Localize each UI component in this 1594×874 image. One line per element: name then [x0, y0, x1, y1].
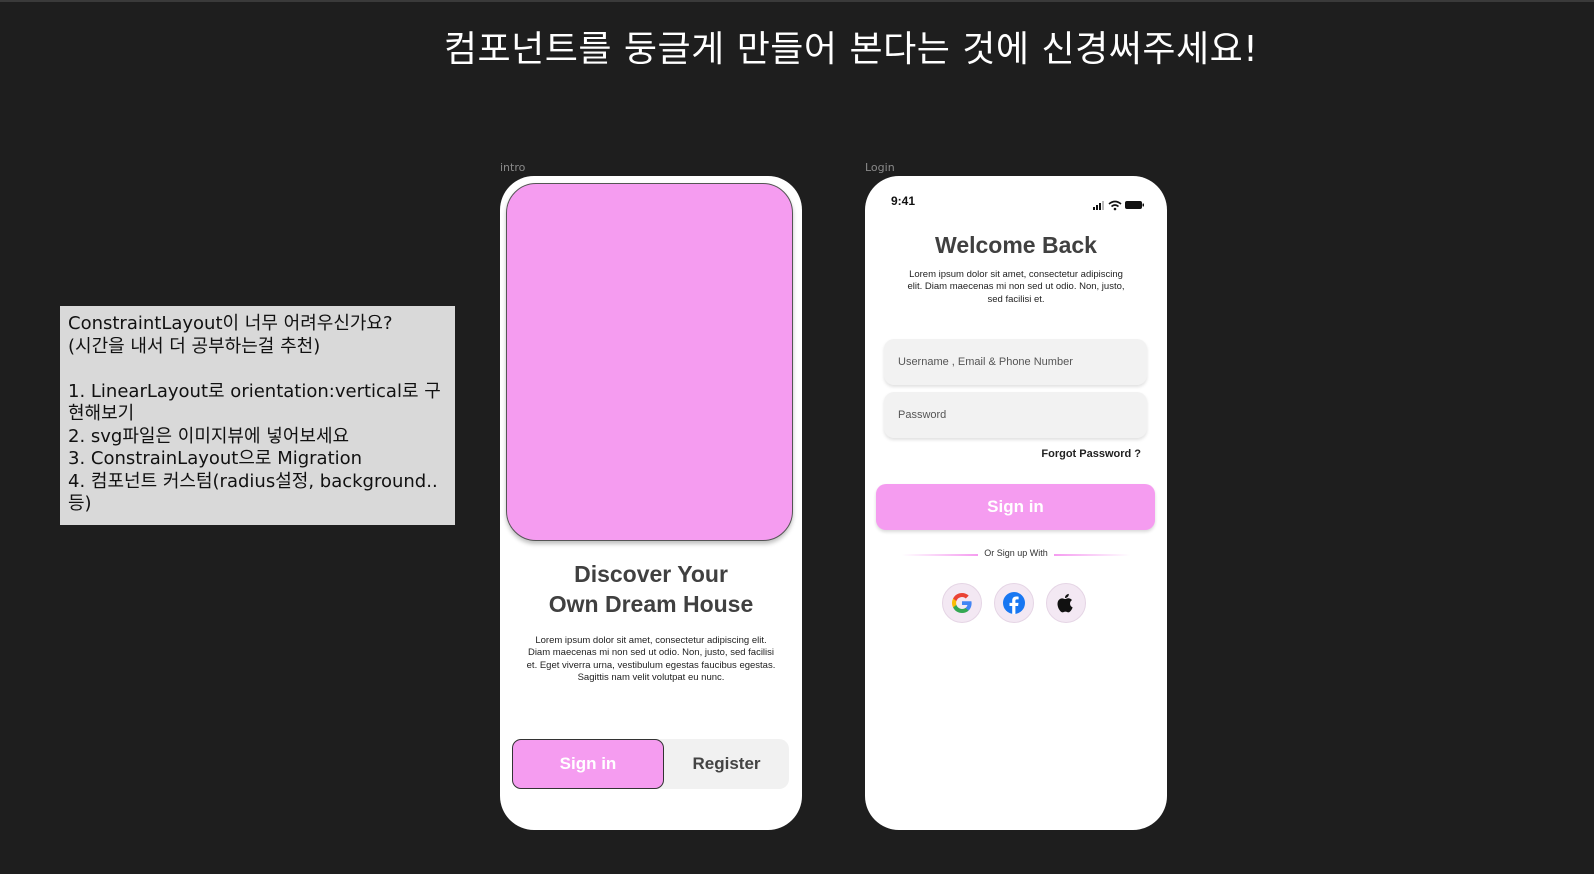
battery-icon	[1125, 201, 1144, 209]
apple-icon	[1057, 593, 1073, 613]
facebook-icon	[1003, 592, 1025, 614]
intro-register-button[interactable]: Register	[664, 739, 789, 789]
forgot-password-link[interactable]: Forgot Password ?	[1041, 448, 1141, 460]
frame-label-intro: intro	[500, 161, 526, 174]
note-line: 1. LinearLayout로 orientation:vertical로 구…	[68, 380, 441, 425]
note-line: ConstraintLayout이 너무 어려우신가요?	[68, 313, 393, 334]
facebook-signin-button[interactable]	[994, 583, 1034, 623]
signal-icon	[1093, 201, 1104, 210]
divider-line-right	[1054, 554, 1130, 556]
intro-signin-button[interactable]: Sign in	[512, 739, 664, 789]
password-input[interactable]	[884, 392, 1147, 438]
google-signin-button[interactable]	[942, 583, 982, 623]
auth-segmented-control: Sign in Register	[512, 739, 789, 789]
username-input[interactable]	[884, 339, 1147, 385]
note-line: 3. ConstrainLayout으로 Migration	[68, 448, 363, 469]
intro-description: Lorem ipsum dolor sit amet, consectetur …	[526, 635, 776, 683]
intro-title-line: Own Dream House	[548, 591, 754, 617]
canvas-top-border	[0, 0, 1594, 2]
note-line: (시간을 내서 더 공부하는걸 추천)	[68, 335, 321, 357]
frame-label-login: Login	[865, 161, 895, 174]
login-frame: 9:41 Welcome Back Lorem ipsum dolor sit …	[865, 176, 1167, 830]
hero-image-placeholder	[506, 183, 793, 541]
note-line: 4. 컴포넌트 커스텀(radius설정, background.. 등)	[68, 470, 444, 515]
intro-title-line: Discover Your	[574, 561, 728, 587]
note-line: 2. svg파일은 이미지뷰에 넣어보세요	[68, 425, 350, 447]
wifi-icon	[1108, 200, 1122, 211]
intro-frame: Discover Your Own Dream House Lorem ipsu…	[500, 176, 802, 830]
divider-label: Or Sign up With	[984, 548, 1048, 558]
login-title: Welcome Back	[935, 232, 1097, 258]
google-icon	[952, 593, 972, 613]
status-bar-time: 9:41	[891, 194, 916, 208]
canvas-heading: 컴포넌트를 둥글게 만들어 본다는 것에 신경써주세요!	[443, 29, 1259, 70]
username-field[interactable]	[884, 339, 1147, 385]
sticky-note: ConstraintLayout이 너무 어려우신가요? (시간을 내서 더 공…	[60, 306, 455, 525]
login-description: Lorem ipsum dolor sit amet, consectetur …	[907, 269, 1125, 305]
status-bar-icons	[1093, 196, 1145, 211]
password-field[interactable]	[884, 392, 1147, 438]
note-line	[68, 358, 447, 381]
apple-signin-button[interactable]	[1046, 583, 1086, 623]
login-signin-button[interactable]: Sign in	[876, 484, 1155, 530]
intro-title: Discover Your Own Dream House	[500, 559, 802, 619]
